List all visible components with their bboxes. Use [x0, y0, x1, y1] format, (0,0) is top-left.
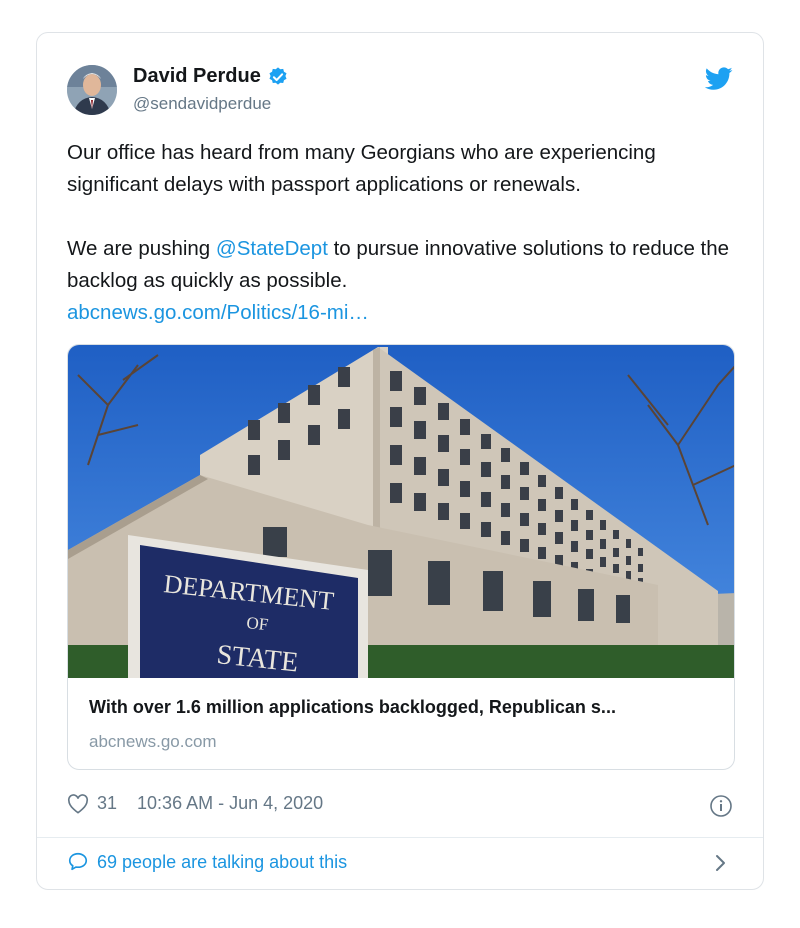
info-icon[interactable]	[709, 794, 733, 818]
preview-image[interactable]: DEPARTMENT OF STATE	[68, 345, 735, 678]
like-count[interactable]: 31	[97, 793, 117, 814]
verified-badge-icon	[269, 66, 287, 85]
mention-statedept[interactable]: @StateDept	[216, 237, 328, 260]
conversation-text[interactable]: 69 people are talking about this	[97, 852, 347, 873]
avatar[interactable]	[67, 65, 117, 115]
avatar-image	[67, 65, 117, 115]
tweet-meta: 31 10:36 AM - Jun 4, 2020	[67, 793, 323, 814]
conversation-link[interactable]: 69 people are talking about this	[67, 851, 347, 873]
chevron-right-icon[interactable]	[713, 852, 729, 874]
author-handle[interactable]: @sendavidperdue	[133, 94, 271, 114]
sign-line-of: OF	[246, 613, 270, 634]
preview-domain: abcnews.go.com	[89, 732, 217, 751]
tweet-paragraph-2-start: We are pushing	[67, 237, 216, 260]
heart-icon[interactable]	[67, 793, 89, 814]
twitter-bird-icon[interactable]	[705, 67, 733, 91]
tweet-text: Our office has heard from many Georgians…	[67, 137, 747, 329]
article-link[interactable]: abcnews.go.com/Politics/16-mi…	[67, 301, 369, 324]
link-preview-card[interactable]: DEPARTMENT OF STATE With over 1.6 millio…	[67, 344, 735, 770]
author-name[interactable]: David Perdue	[133, 65, 289, 88]
author-name-text[interactable]: David Perdue	[133, 65, 261, 88]
speech-bubble-icon	[68, 852, 88, 871]
tweet-paragraph-1: Our office has heard from many Georgians…	[67, 141, 662, 196]
divider	[37, 837, 763, 838]
preview-title[interactable]: With over 1.6 million applications backl…	[89, 697, 616, 718]
tweet-card[interactable]: David Perdue @sendavidperdue Our office …	[36, 32, 764, 890]
timestamp[interactable]: 10:36 AM - Jun 4, 2020	[137, 793, 323, 814]
